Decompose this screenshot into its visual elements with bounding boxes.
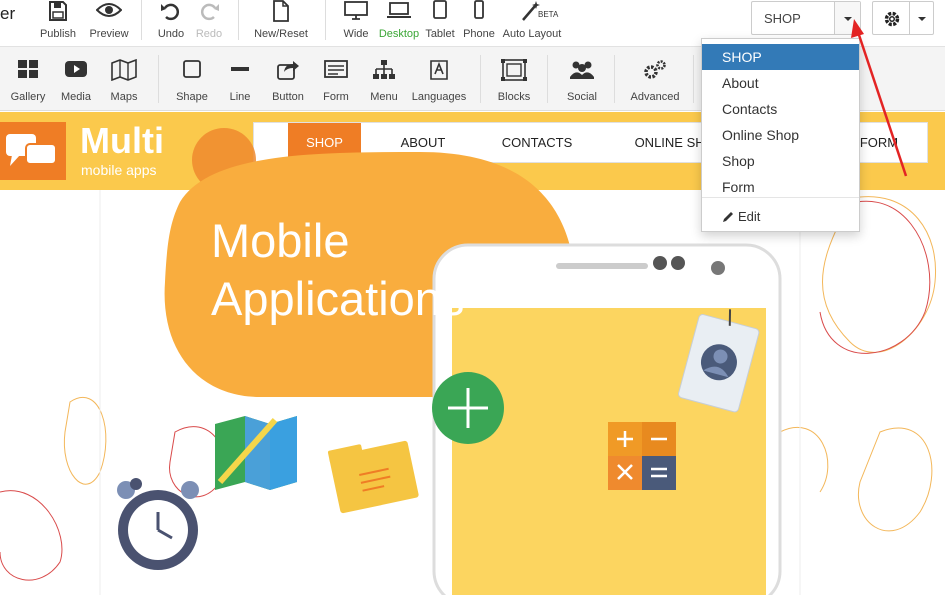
- social-label: Social: [567, 91, 597, 103]
- shape-label: Shape: [176, 91, 208, 103]
- map-illustration-icon: [215, 416, 297, 490]
- undo-label: Undo: [157, 28, 185, 40]
- form-button[interactable]: Form: [318, 47, 354, 111]
- preview-label: Preview: [89, 28, 129, 40]
- toolbar-divider: [238, 0, 239, 40]
- social-button[interactable]: Social: [561, 47, 603, 111]
- toolbar-divider: [325, 0, 326, 40]
- map-icon: [111, 59, 137, 81]
- toolbar-divider: [141, 0, 142, 40]
- toolbar-divider: [158, 55, 159, 103]
- square-icon: [183, 60, 201, 78]
- gallery-button[interactable]: Gallery: [8, 47, 48, 111]
- pencil-icon: [723, 212, 733, 222]
- brand-fragment: er: [0, 4, 16, 23]
- languages-label: Languages: [411, 91, 467, 103]
- new-reset-button[interactable]: New/Reset: [250, 0, 312, 47]
- redo-icon: [200, 3, 219, 21]
- tablet-label: Tablet: [425, 28, 455, 40]
- menu-divider: [702, 197, 859, 198]
- folder-icon: [327, 440, 419, 514]
- advanced-button[interactable]: Advanced: [626, 47, 684, 111]
- page-option-contacts[interactable]: Contacts: [702, 96, 859, 122]
- undo-icon: [161, 3, 180, 21]
- save-icon: [49, 1, 67, 21]
- button-button[interactable]: Button: [266, 47, 310, 111]
- line-label: Line: [229, 91, 251, 103]
- tablet-icon: [433, 0, 447, 19]
- monitor-icon: [344, 1, 368, 20]
- blocks-label: Blocks: [497, 91, 531, 103]
- hero-headline: Mobile Applications: [211, 212, 464, 328]
- toolbar-divider: [547, 55, 548, 103]
- page-select-value: SHOP: [764, 11, 801, 26]
- auto-layout-label: Auto Layout: [502, 28, 562, 40]
- page-option-about[interactable]: About: [702, 70, 859, 96]
- page-option-shop-2[interactable]: Shop: [702, 148, 859, 174]
- undo-button[interactable]: Undo: [154, 0, 188, 47]
- preview-button[interactable]: Preview: [86, 0, 132, 47]
- page-select-caret-icon[interactable]: [834, 2, 860, 34]
- gallery-icon: [18, 60, 38, 78]
- advanced-label: Advanced: [630, 91, 680, 103]
- cogs-icon: [644, 60, 666, 79]
- phone-icon: [474, 0, 484, 19]
- users-icon: [570, 61, 594, 79]
- new-reset-label: New/Reset: [254, 28, 308, 40]
- share-icon: [277, 61, 299, 80]
- phone-label: Phone: [463, 28, 495, 40]
- hero-headline-line-2: Applications: [211, 272, 465, 325]
- new-page-icon: [273, 0, 289, 22]
- menu-label: Menu: [370, 91, 398, 103]
- settings-caret-icon[interactable]: [909, 2, 933, 34]
- edit-label: Edit: [738, 209, 761, 224]
- video-icon: [65, 61, 87, 77]
- button-label: Button: [272, 91, 304, 103]
- publish-button[interactable]: Publish: [38, 0, 78, 47]
- laptop-icon: [387, 2, 411, 18]
- blocks-icon: [501, 59, 527, 81]
- redo-label: Redo: [195, 28, 223, 40]
- edit-pages-item[interactable]: Edit: [702, 204, 859, 230]
- settings-button[interactable]: [872, 1, 934, 35]
- toolbar-divider: [693, 55, 694, 103]
- page-option-online-shop[interactable]: Online Shop: [702, 122, 859, 148]
- form-icon: [324, 60, 348, 78]
- form-label: Form: [323, 91, 349, 103]
- line-icon: [231, 67, 249, 71]
- wide-view-button[interactable]: Wide: [340, 0, 372, 47]
- gear-icon: [884, 11, 900, 27]
- alarm-clock-icon: [117, 478, 199, 570]
- page-select[interactable]: SHOP: [751, 1, 861, 35]
- beta-badge: BETA: [538, 10, 559, 19]
- publish-label: Publish: [39, 28, 77, 40]
- translate-icon: [430, 60, 448, 80]
- gallery-label: Gallery: [10, 91, 46, 103]
- media-label: Media: [61, 91, 91, 103]
- page-dropdown-menu: SHOP About Contacts Online Shop Shop For…: [701, 38, 860, 232]
- maps-label: Maps: [110, 91, 138, 103]
- auto-layout-button[interactable]: BETA Auto Layout: [501, 0, 563, 47]
- media-button[interactable]: Media: [58, 47, 94, 111]
- hero-headline-line-1: Mobile: [211, 214, 350, 267]
- tablet-view-button[interactable]: Tablet: [424, 0, 456, 47]
- maps-button[interactable]: Maps: [104, 47, 144, 111]
- editor-app: er Publish Preview Undo Redo New/Reset W…: [0, 0, 945, 595]
- line-button[interactable]: Line: [222, 47, 258, 111]
- desktop-view-button[interactable]: Desktop: [376, 0, 422, 47]
- sitemap-icon: [373, 60, 395, 79]
- calculator-icon: [608, 422, 676, 490]
- eye-icon: [96, 3, 122, 17]
- wide-label: Wide: [343, 28, 369, 40]
- menu-button[interactable]: Menu: [364, 47, 404, 111]
- toolbar-divider: [480, 55, 481, 103]
- blocks-button[interactable]: Blocks: [492, 47, 536, 111]
- languages-button[interactable]: Languages: [410, 47, 468, 111]
- shape-button[interactable]: Shape: [172, 47, 212, 111]
- redo-button[interactable]: Redo: [192, 0, 226, 47]
- toolbar-divider: [614, 55, 615, 103]
- desktop-label: Desktop: [378, 28, 420, 40]
- phone-view-button[interactable]: Phone: [462, 0, 496, 47]
- page-option-shop[interactable]: SHOP: [702, 44, 859, 70]
